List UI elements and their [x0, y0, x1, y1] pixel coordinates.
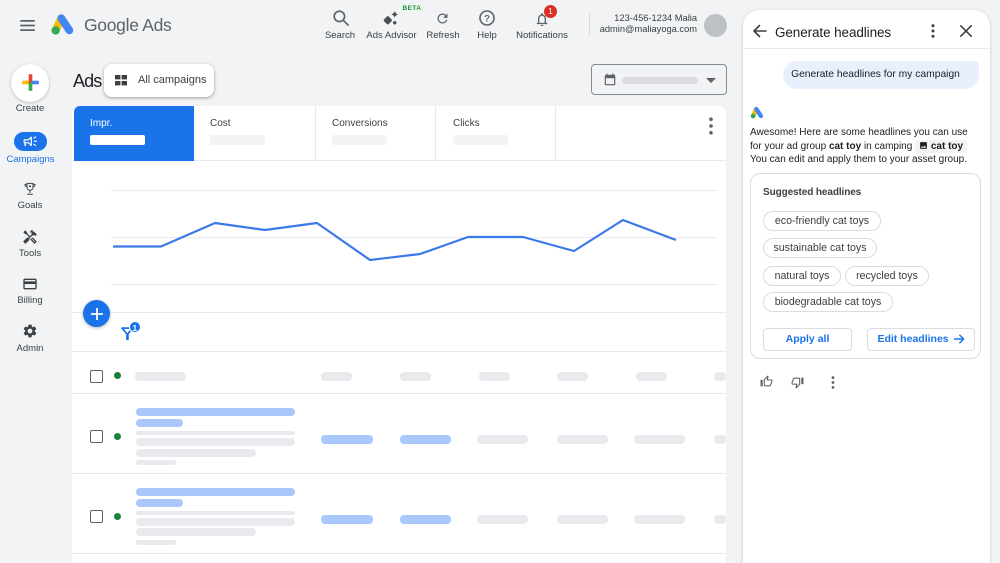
svg-text:?: ?	[484, 13, 490, 24]
